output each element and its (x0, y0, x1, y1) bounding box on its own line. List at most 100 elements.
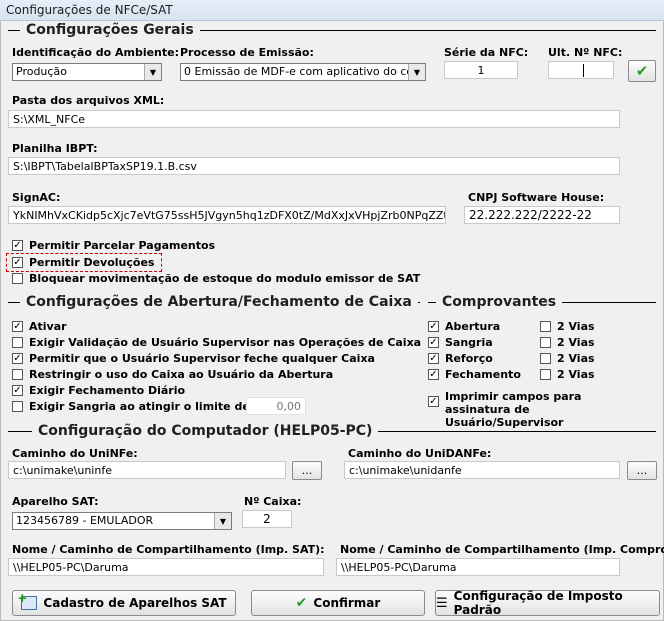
planilha-label: Planilha IBPT: (12, 142, 98, 155)
vias-reforco-option[interactable]: 2 Vias (540, 352, 595, 365)
processo-label: Processo de Emissão: (180, 46, 314, 59)
comp-reforco-label: Reforço (445, 352, 493, 365)
devolucoes-label: Permitir Devoluções (29, 256, 155, 269)
section-title-gerais: Configurações Gerais (20, 22, 200, 38)
ult-nfc-input[interactable] (548, 61, 614, 79)
planilha-input[interactable]: S:\IBPT\TabelaIBPTaxSP19.1.B.csv (8, 157, 620, 175)
share-comp-input[interactable]: \\HELP05-PC\Daruma (336, 558, 620, 576)
add-device-icon: + (17, 591, 38, 610)
check-icon: ✔ (295, 595, 308, 611)
signac-label: SignAC: (12, 191, 61, 204)
bloquear-checkbox[interactable] (12, 273, 23, 284)
comp-abertura-checkbox[interactable]: ✓ (428, 321, 439, 332)
cadastro-aparelhos-button[interactable]: + Cadastro de Aparelhos SAT (12, 590, 236, 616)
vias-abertura-checkbox[interactable] (540, 321, 551, 332)
vias-reforco-checkbox[interactable] (540, 353, 551, 364)
comp-fechamento-label: Fechamento (445, 368, 521, 381)
cnpj-label: CNPJ Software House: (468, 191, 605, 204)
parcelar-label: Permitir Parcelar Pagamentos (29, 239, 216, 252)
comp-fechamento-option[interactable]: ✓ Fechamento (428, 368, 521, 381)
chevron-down-icon[interactable]: ▼ (214, 513, 231, 529)
section-title-comprovantes: Comprovantes (436, 294, 563, 310)
confirm-nfc-button[interactable]: ✔ (628, 60, 656, 82)
chevron-down-icon[interactable]: ▼ (144, 64, 161, 80)
text-caret (583, 64, 584, 77)
devolucoes-option[interactable]: ✓ Permitir Devoluções (12, 256, 154, 269)
processo-value: 0 Emissão de MDF-e com aplicativo do con… (184, 65, 426, 78)
cnpj-input[interactable]: 22.222.222/2222-22 (464, 206, 620, 224)
ambiente-value: Produção (16, 65, 67, 78)
section-title-computador: Configuração do Computador (HELP05-PC) (32, 423, 379, 439)
comp-sangria-label: Sangria (445, 336, 493, 349)
comp-reforco-checkbox[interactable]: ✓ (428, 353, 439, 364)
devolucoes-checkbox[interactable]: ✓ (12, 257, 23, 268)
sangria-limit-input[interactable]: 0,00 (246, 397, 306, 415)
pasta-label: Pasta dos arquivos XML: (12, 94, 165, 107)
permitir-supervisor-checkbox[interactable]: ✓ (12, 353, 23, 364)
vias-label: 2 Vias (557, 336, 595, 349)
comp-sangria-option[interactable]: ✓ Sangria (428, 336, 493, 349)
imprimir-option[interactable]: ✓ Imprimir campos para assinatura de Usuá… (428, 390, 648, 429)
signac-input[interactable]: YkNIMhVxCKidp5cXjc7eVtG75ssH5JVgyn5hq1zD… (8, 206, 446, 224)
ativar-option[interactable]: ✓ Ativar (12, 320, 67, 333)
comp-abertura-option[interactable]: ✓ Abertura (428, 320, 500, 333)
vias-fechamento-checkbox[interactable] (540, 369, 551, 380)
vias-fechamento-option[interactable]: 2 Vias (540, 368, 595, 381)
vias-abertura-option[interactable]: 2 Vias (540, 320, 595, 333)
vias-label: 2 Vias (557, 320, 595, 333)
exigir-validacao-option[interactable]: Exigir Validação de Usuário Supervisor n… (12, 336, 421, 349)
pasta-input[interactable]: S:\XML_NFCe (8, 110, 620, 128)
uninfe-label: Caminho do UniNFe: (12, 447, 138, 460)
exigir-fechamento-checkbox[interactable]: ✓ (12, 385, 23, 396)
restringir-option[interactable]: Restringir o uso do Caixa ao Usuário da … (12, 368, 333, 381)
bloquear-option[interactable]: Bloquear movimentação de estoque do modu… (12, 272, 420, 285)
chevron-down-icon[interactable]: ▼ (408, 64, 425, 80)
bloquear-label: Bloquear movimentação de estoque do modu… (29, 272, 421, 285)
list-icon: ☰ (436, 595, 448, 611)
share-sat-input[interactable]: \\HELP05-PC\Daruma (8, 558, 324, 576)
cadastro-label: Cadastro de Aparelhos SAT (43, 596, 227, 610)
exigir-validacao-checkbox[interactable] (12, 337, 23, 348)
processo-select[interactable]: 0 Emissão de MDF-e com aplicativo do con… (180, 63, 426, 81)
serie-input[interactable]: 1 (444, 61, 518, 79)
comp-abertura-label: Abertura (445, 320, 501, 333)
caixa-input[interactable]: 2 (242, 510, 292, 528)
restringir-label: Restringir o uso do Caixa ao Usuário da … (29, 368, 334, 381)
ult-nfc-label: Ult. Nº NFC: (548, 46, 623, 59)
exigir-fechamento-label: Exigir Fechamento Diário (29, 384, 186, 397)
aparelho-label: Aparelho SAT: (12, 495, 99, 508)
unidanfe-input[interactable]: c:\unimake\unidanfe (344, 461, 620, 479)
comp-sangria-checkbox[interactable]: ✓ (428, 337, 439, 348)
uninfe-input[interactable]: c:\unimake\uninfe (8, 461, 286, 479)
uninfe-browse-button[interactable]: ... (292, 461, 322, 480)
ativar-checkbox[interactable]: ✓ (12, 321, 23, 332)
confirmar-button[interactable]: ✔ Confirmar (251, 590, 425, 616)
exigir-fechamento-option[interactable]: ✓ Exigir Fechamento Diário (12, 384, 185, 397)
exigir-sangria-option[interactable]: Exigir Sangria ao atingir o limite de R$ (12, 400, 270, 413)
restringir-checkbox[interactable] (12, 369, 23, 380)
serie-label: Série da NFC: (444, 46, 529, 59)
comp-reforco-option[interactable]: ✓ Reforço (428, 352, 493, 365)
confirmar-label: Confirmar (313, 596, 381, 610)
parcelar-checkbox[interactable]: ✓ (12, 240, 23, 251)
ambiente-select[interactable]: Produção ▼ (12, 63, 162, 81)
aparelho-value: 123456789 - EMULADOR (16, 514, 154, 527)
imposto-padrao-button[interactable]: ☰ Configuração de Imposto Padrão (435, 589, 660, 617)
imprimir-checkbox[interactable]: ✓ (428, 396, 439, 407)
exigir-validacao-label: Exigir Validação de Usuário Supervisor n… (29, 336, 422, 349)
unidanfe-label: Caminho do UniDANFe: (348, 447, 492, 460)
ativar-label: Ativar (29, 320, 67, 333)
unidanfe-browse-button[interactable]: ... (627, 461, 657, 480)
title-bar: Configurações de NFCe/SAT (0, 0, 664, 21)
vias-sangria-checkbox[interactable] (540, 337, 551, 348)
parcelar-option[interactable]: ✓ Permitir Parcelar Pagamentos (12, 239, 215, 252)
exigir-sangria-checkbox[interactable] (12, 401, 23, 412)
vias-sangria-option[interactable]: 2 Vias (540, 336, 595, 349)
comp-fechamento-checkbox[interactable]: ✓ (428, 369, 439, 380)
share-comp-label: Nome / Caminho de Compartilhamento (Imp.… (340, 543, 664, 556)
aparelho-select[interactable]: 123456789 - EMULADOR ▼ (12, 512, 232, 530)
permitir-supervisor-label: Permitir que o Usuário Supervisor feche … (29, 352, 375, 365)
vias-label: 2 Vias (557, 352, 595, 365)
permitir-supervisor-option[interactable]: ✓ Permitir que o Usuário Supervisor feche… (12, 352, 375, 365)
imprimir-label: Imprimir campos para assinatura de Usuár… (445, 390, 582, 429)
